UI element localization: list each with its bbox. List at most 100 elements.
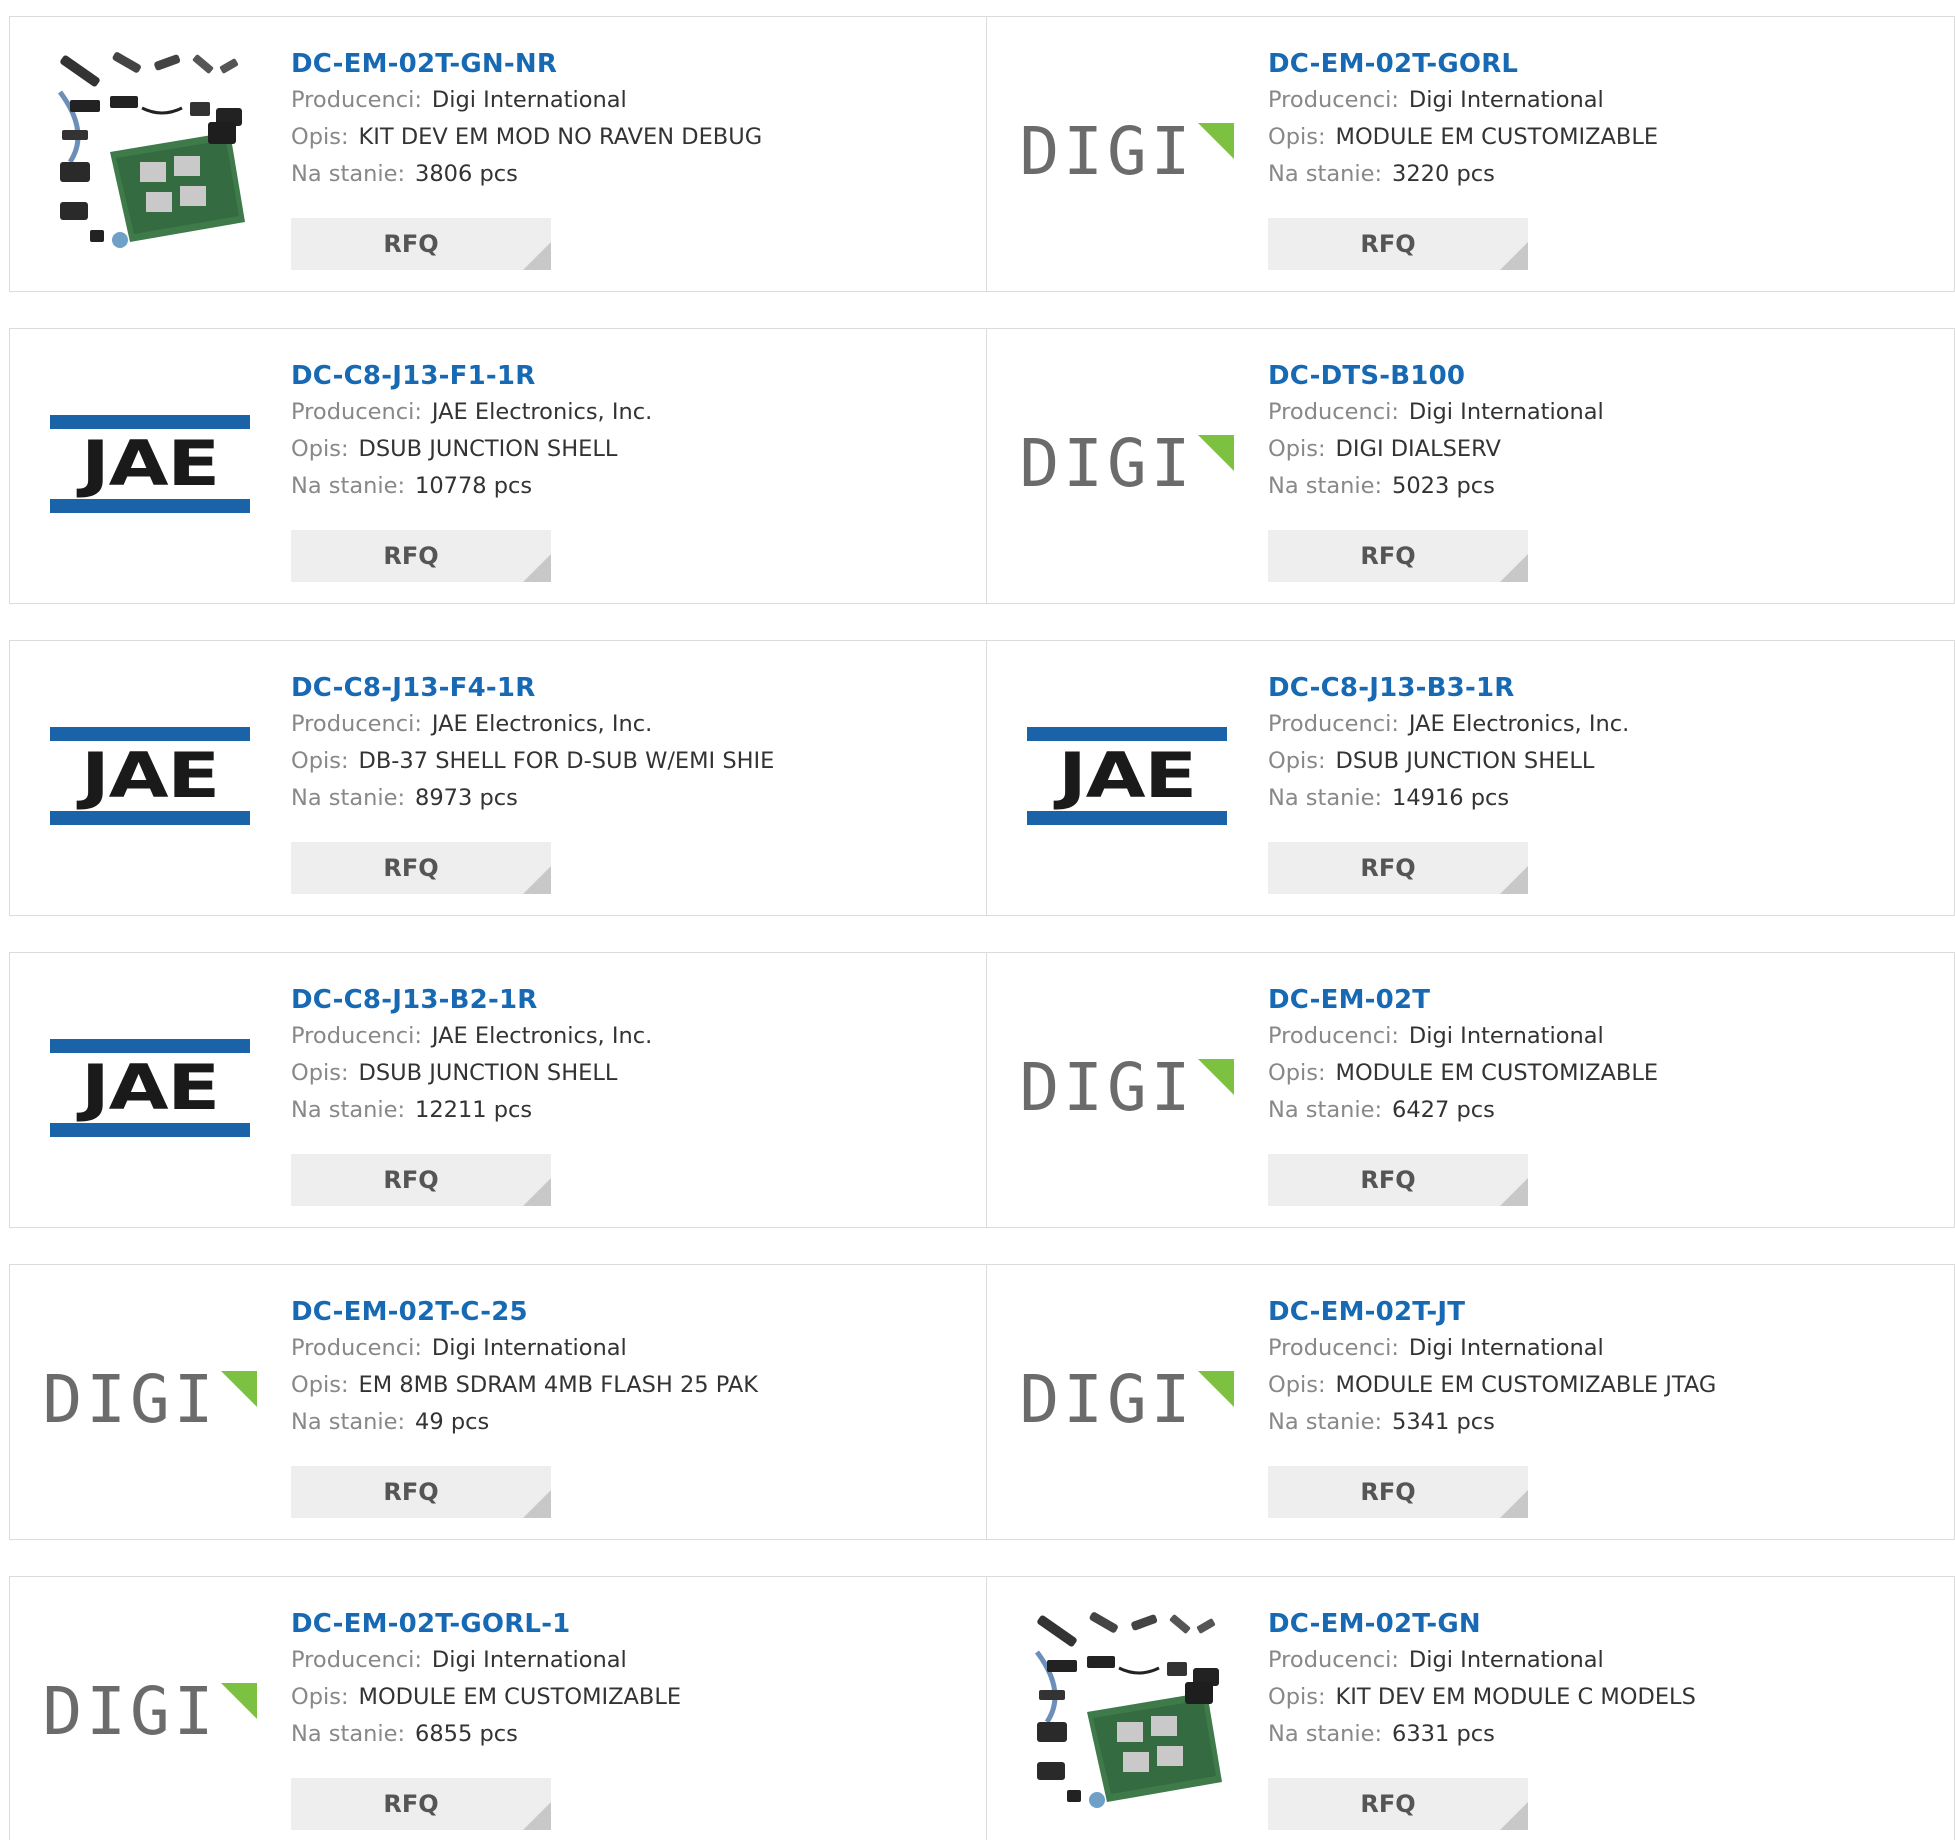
description-line: Opis: DSUB JUNCTION SHELL bbox=[1268, 743, 1908, 780]
manufacturer-value: JAE Electronics, Inc. bbox=[431, 399, 653, 425]
description-label: Opis: bbox=[1268, 1684, 1326, 1710]
manufacturer-label: Producenci: bbox=[1268, 87, 1399, 113]
description-label: Opis: bbox=[291, 1372, 349, 1398]
part-number-link[interactable]: DC-EM-02T-GN bbox=[1268, 1606, 1908, 1642]
part-number-link[interactable]: DC-C8-J13-B2-1R bbox=[291, 982, 931, 1018]
product-info: DC-DTS-B100 Producenci: Digi Internationa… bbox=[1268, 358, 1908, 505]
product-info: DC-EM-02T-GN-NR Producenci: Digi Internat… bbox=[291, 46, 931, 193]
rfq-button[interactable]: RFQ bbox=[1268, 1154, 1528, 1206]
part-number-link[interactable]: DC-DTS-B100 bbox=[1268, 358, 1908, 394]
description-line: Opis: DB-37 SHELL FOR D-SUB W/EMI SHIE bbox=[291, 743, 931, 780]
product-image[interactable]: DIGI bbox=[1020, 364, 1235, 564]
part-number-link[interactable]: DC-EM-02T-GORL bbox=[1268, 46, 1908, 82]
description-line: Opis: DIGI DIALSERV bbox=[1268, 431, 1908, 468]
part-number-link[interactable]: DC-EM-02T-GN-NR bbox=[291, 46, 931, 82]
product-image[interactable]: JAE bbox=[50, 676, 250, 876]
part-number-link[interactable]: DC-EM-02T-GORL-1 bbox=[291, 1606, 931, 1642]
description-value: DSUB JUNCTION SHELL bbox=[358, 1060, 618, 1086]
description-label: Opis: bbox=[1268, 748, 1326, 774]
product-info: DC-EM-02T-JT Producenci: Digi Internation… bbox=[1268, 1294, 1908, 1441]
description-label: Opis: bbox=[291, 436, 349, 462]
manufacturer-label: Producenci: bbox=[1268, 1647, 1399, 1673]
corner-decoration bbox=[1500, 554, 1528, 582]
product-image[interactable]: DIGI bbox=[1020, 1300, 1235, 1500]
rfq-label: RFQ bbox=[383, 230, 439, 258]
product-row: DIGI DC-EM-02T-C-25 Producenci: Digi Inte… bbox=[9, 1264, 1955, 1540]
product-info: DC-EM-02T-GORL-1 Producenci: Digi Interna… bbox=[291, 1606, 931, 1753]
product-card: JAE DC-C8-J13-B3-1R Producenci: JAE Elect… bbox=[987, 640, 1955, 916]
rfq-button[interactable]: RFQ bbox=[291, 842, 551, 894]
rfq-button[interactable]: RFQ bbox=[291, 1466, 551, 1518]
rfq-button[interactable]: RFQ bbox=[291, 1778, 551, 1830]
rfq-button[interactable]: RFQ bbox=[1268, 1466, 1528, 1518]
product-grid: DC-EM-02T-GN-NR Producenci: Digi Internat… bbox=[9, 16, 1955, 1840]
corner-decoration bbox=[523, 1178, 551, 1206]
manufacturer-line: Producenci: JAE Electronics, Inc. bbox=[291, 394, 931, 431]
stock-value: 6855 pcs bbox=[415, 1721, 518, 1747]
product-card: DC-EM-02T-GN-NR Producenci: Digi Internat… bbox=[9, 16, 987, 292]
part-number-link[interactable]: DC-C8-J13-F4-1R bbox=[291, 670, 931, 706]
digi-logo-icon: DIGI bbox=[1020, 119, 1235, 185]
stock-line: Na stanie: 10778 pcs bbox=[291, 468, 931, 505]
rfq-button[interactable]: RFQ bbox=[1268, 530, 1528, 582]
rfq-button[interactable]: RFQ bbox=[291, 530, 551, 582]
product-image[interactable]: JAE bbox=[50, 988, 250, 1188]
product-info: DC-EM-02T-C-25 Producenci: Digi Internati… bbox=[291, 1294, 931, 1441]
part-number-link[interactable]: DC-EM-02T-C-25 bbox=[291, 1294, 931, 1330]
corner-decoration bbox=[523, 554, 551, 582]
manufacturer-value: Digi International bbox=[1408, 1023, 1604, 1049]
product-image[interactable] bbox=[50, 52, 250, 252]
description-label: Opis: bbox=[1268, 124, 1326, 150]
corner-decoration bbox=[1500, 1490, 1528, 1518]
corner-decoration bbox=[1500, 1178, 1528, 1206]
product-image[interactable] bbox=[1027, 1612, 1227, 1812]
product-image[interactable]: DIGI bbox=[43, 1300, 258, 1500]
rfq-button[interactable]: RFQ bbox=[1268, 218, 1528, 270]
manufacturer-line: Producenci: Digi International bbox=[1268, 82, 1908, 119]
description-line: Opis: KIT DEV EM MODULE C MODELS bbox=[1268, 1679, 1908, 1716]
rfq-button[interactable]: RFQ bbox=[291, 1154, 551, 1206]
digi-logo-icon: DIGI bbox=[1020, 1367, 1235, 1433]
description-value: KIT DEV EM MODULE C MODELS bbox=[1335, 1684, 1696, 1710]
part-number-link[interactable]: DC-C8-J13-F1-1R bbox=[291, 358, 931, 394]
description-line: Opis: EM 8MB SDRAM 4MB FLASH 25 PAK bbox=[291, 1367, 931, 1404]
stock-label: Na stanie: bbox=[291, 1409, 406, 1435]
description-line: Opis: MODULE EM CUSTOMIZABLE JTAG bbox=[1268, 1367, 1908, 1404]
rfq-button[interactable]: RFQ bbox=[1268, 842, 1528, 894]
corner-decoration bbox=[523, 242, 551, 270]
rfq-button[interactable]: RFQ bbox=[1268, 1778, 1528, 1830]
stock-line: Na stanie: 49 pcs bbox=[291, 1404, 931, 1441]
rfq-label: RFQ bbox=[383, 1478, 439, 1506]
stock-label: Na stanie: bbox=[1268, 161, 1383, 187]
manufacturer-line: Producenci: Digi International bbox=[291, 1642, 931, 1679]
stock-line: Na stanie: 8973 pcs bbox=[291, 780, 931, 817]
description-label: Opis: bbox=[291, 124, 349, 150]
description-label: Opis: bbox=[1268, 1372, 1326, 1398]
product-image[interactable]: DIGI bbox=[1020, 988, 1235, 1188]
product-info: DC-EM-02T-GORL Producenci: Digi Internati… bbox=[1268, 46, 1908, 193]
manufacturer-line: Producenci: JAE Electronics, Inc. bbox=[291, 1018, 931, 1055]
product-image[interactable]: JAE bbox=[1027, 676, 1227, 876]
rfq-label: RFQ bbox=[1360, 1790, 1416, 1818]
digi-logo-icon: DIGI bbox=[1020, 1055, 1235, 1121]
product-info: DC-C8-J13-B3-1R Producenci: JAE Electroni… bbox=[1268, 670, 1908, 817]
stock-label: Na stanie: bbox=[1268, 473, 1383, 499]
part-number-link[interactable]: DC-EM-02T-JT bbox=[1268, 1294, 1908, 1330]
product-card: DC-EM-02T-GN Producenci: Digi Internation… bbox=[987, 1576, 1955, 1840]
product-image[interactable]: DIGI bbox=[43, 1612, 258, 1812]
stock-value: 8973 pcs bbox=[415, 785, 518, 811]
product-image[interactable]: DIGI bbox=[1020, 52, 1235, 252]
part-number-link[interactable]: DC-EM-02T bbox=[1268, 982, 1908, 1018]
stock-line: Na stanie: 3806 pcs bbox=[291, 156, 931, 193]
description-value: EM 8MB SDRAM 4MB FLASH 25 PAK bbox=[358, 1372, 759, 1398]
stock-label: Na stanie: bbox=[1268, 1721, 1383, 1747]
manufacturer-line: Producenci: Digi International bbox=[1268, 1642, 1908, 1679]
rfq-button[interactable]: RFQ bbox=[291, 218, 551, 270]
rfq-label: RFQ bbox=[1360, 542, 1416, 570]
description-label: Opis: bbox=[291, 748, 349, 774]
rfq-label: RFQ bbox=[383, 542, 439, 570]
product-image[interactable]: JAE bbox=[50, 364, 250, 564]
digi-logo-icon: DIGI bbox=[43, 1679, 258, 1745]
part-number-link[interactable]: DC-C8-J13-B3-1R bbox=[1268, 670, 1908, 706]
product-card: DIGI DC-EM-02T-GORL Producenci: Digi Inte… bbox=[987, 16, 1955, 292]
